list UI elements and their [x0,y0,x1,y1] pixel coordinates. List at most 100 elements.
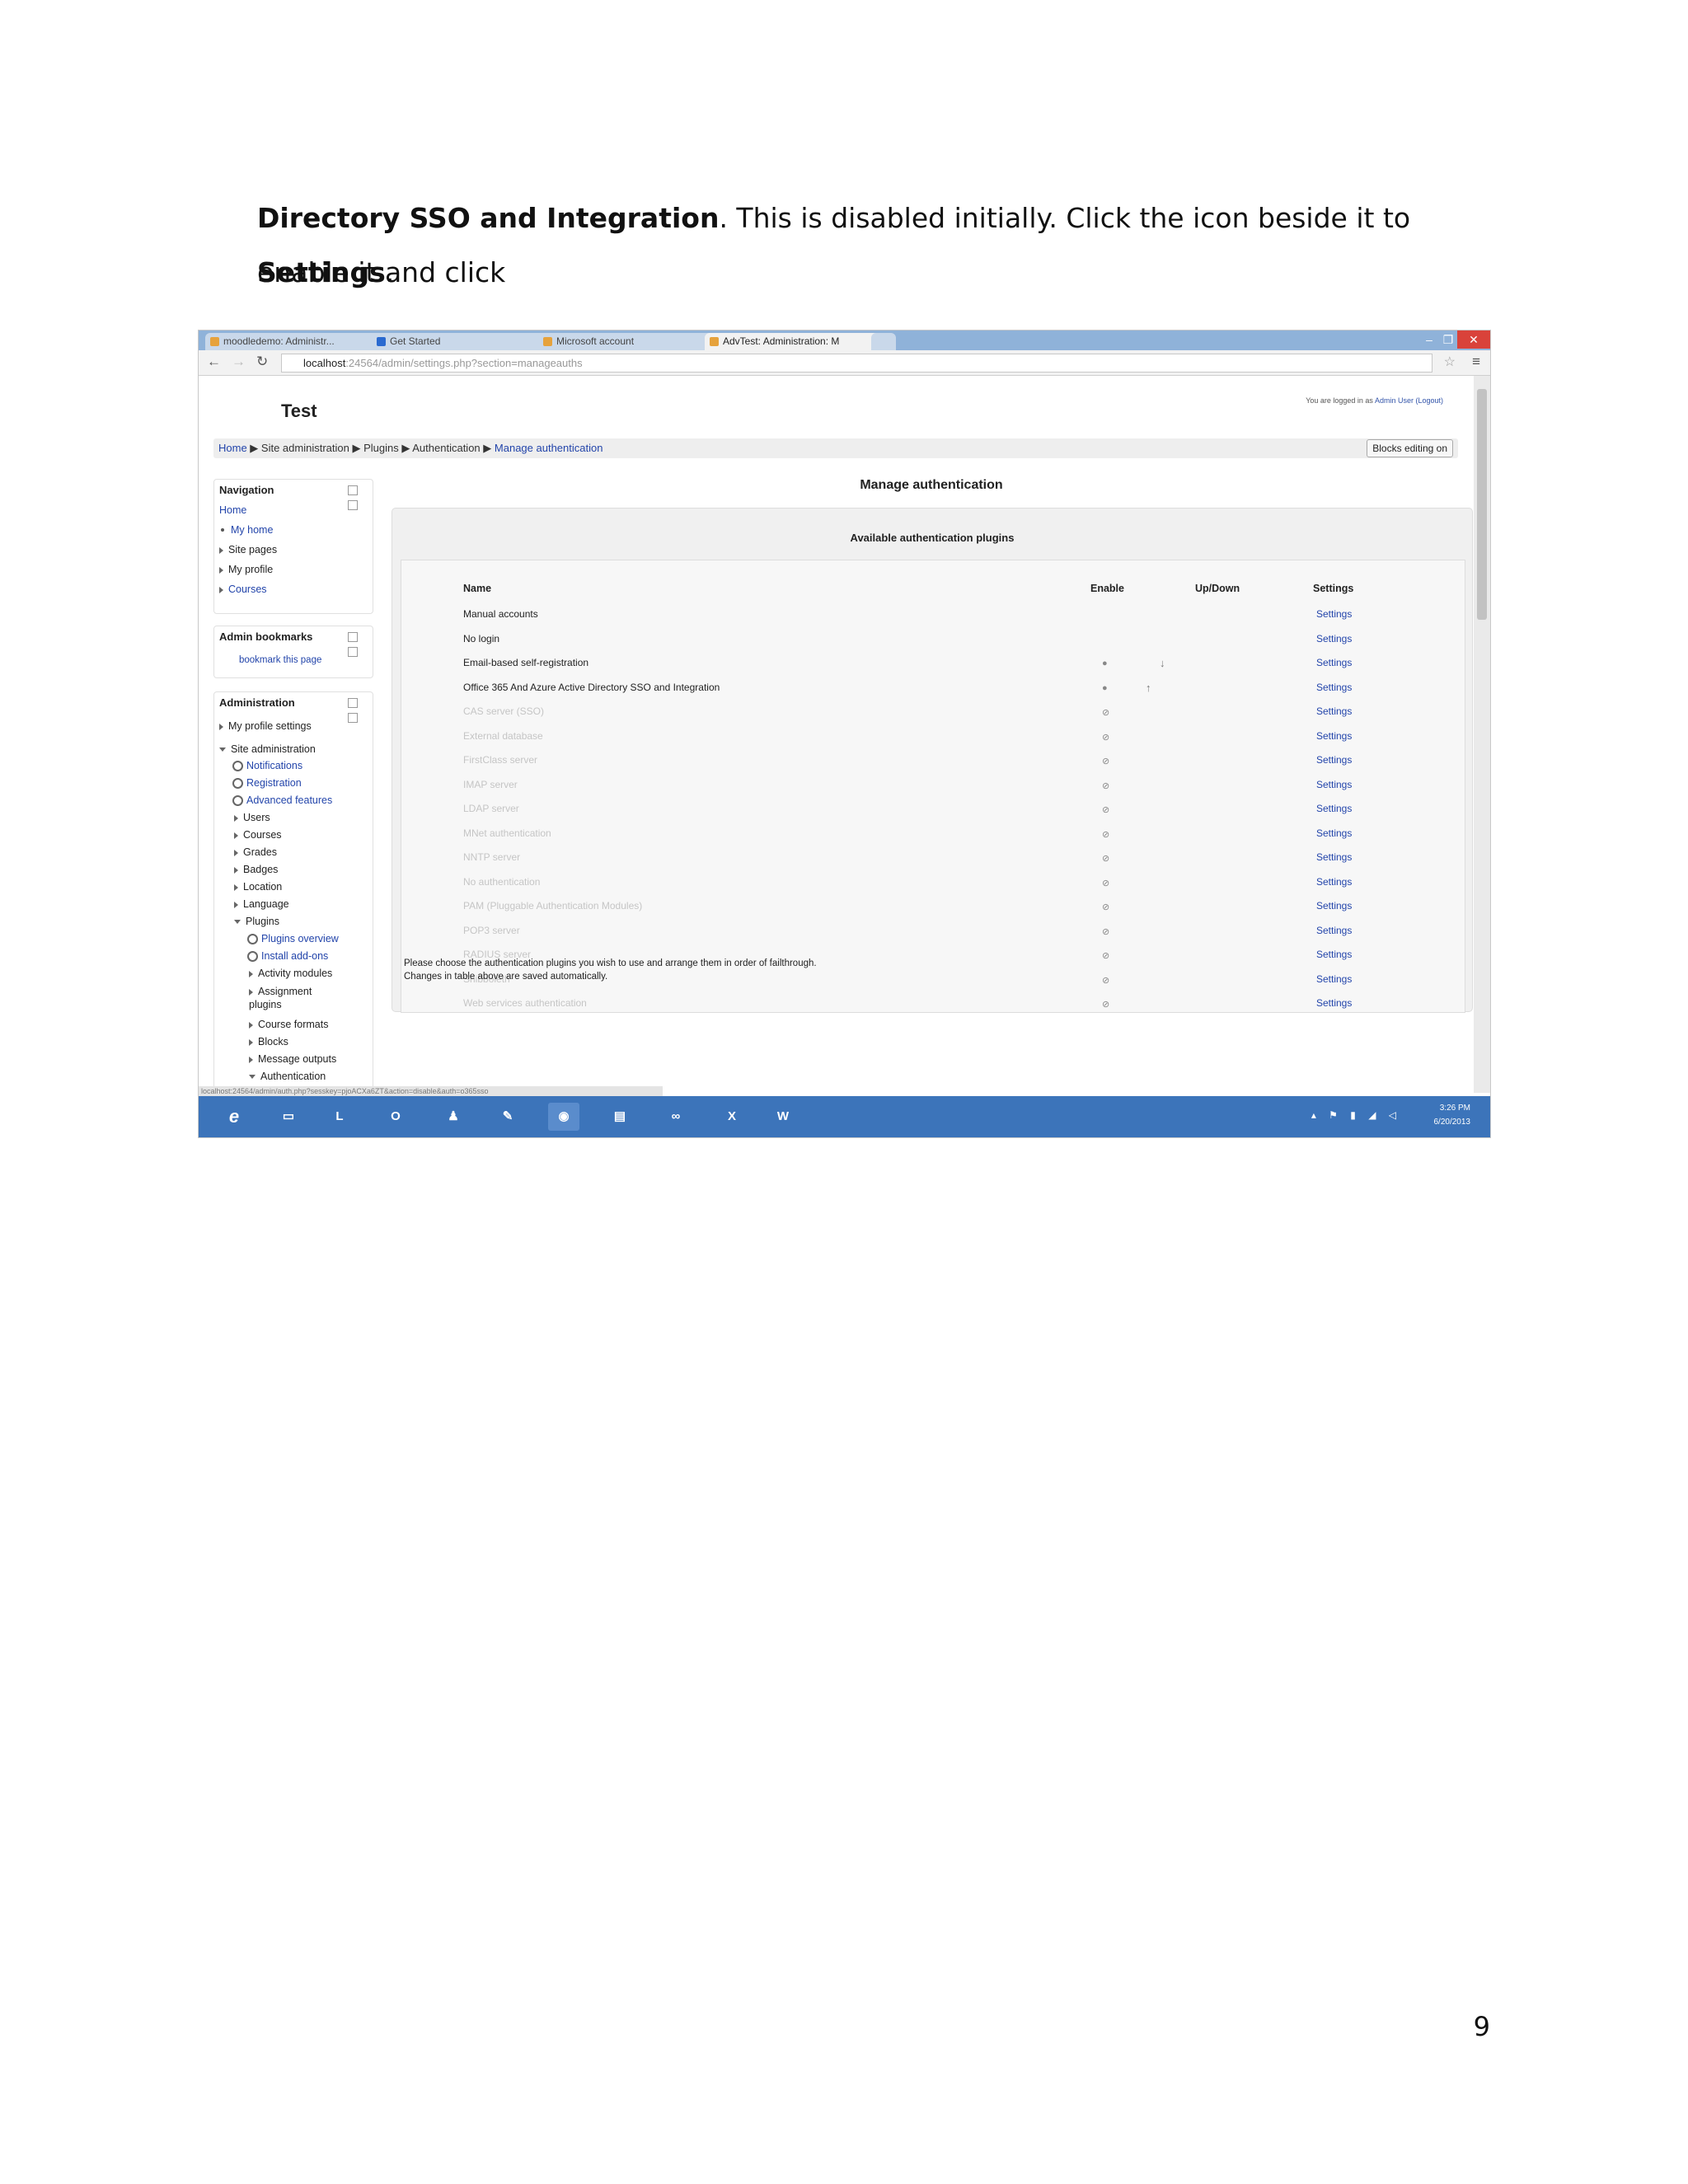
enable-icon[interactable]: ⊘ [1102,999,1109,1010]
enable-icon[interactable]: ⊘ [1102,804,1109,815]
admin-grades[interactable]: Grades [234,846,277,858]
breadcrumb-home[interactable]: Home [218,442,247,454]
settings-link[interactable]: Settings [1316,827,1352,839]
reload-icon[interactable]: ↻ [256,354,268,370]
enable-icon[interactable]: ⊘ [1102,950,1109,961]
hide-icon[interactable]: ● [1102,658,1108,668]
site-title[interactable]: Test [281,401,317,422]
forward-icon[interactable]: → [232,354,246,370]
move-down-icon[interactable]: ↓ [1160,657,1165,669]
admin-authentication[interactable]: Authentication [249,1071,326,1082]
terminal-icon[interactable]: ▤ [604,1103,635,1131]
url-input[interactable]: localhost:24564/admin/settings.php?secti… [281,354,1432,373]
enable-icon[interactable]: ⊘ [1102,853,1109,864]
admin-users[interactable]: Users [234,812,270,823]
admin-activity-modules[interactable]: Activity modules [249,968,332,979]
admin-language[interactable]: Language [234,898,289,910]
new-tab-button[interactable] [871,333,896,350]
chrome-icon[interactable]: ◉ [548,1103,579,1131]
admin-site-admin[interactable]: Site administration [219,743,316,755]
admin-location[interactable]: Location [234,881,282,893]
lync-icon[interactable]: L [324,1103,355,1131]
admin-courses[interactable]: Courses [234,829,282,841]
browser-tab[interactable]: Microsoft account× [538,333,721,350]
enable-icon[interactable]: ⊘ [1102,902,1109,912]
settings-link[interactable]: Settings [1316,779,1352,790]
enable-icon[interactable]: ⊘ [1102,780,1109,791]
admin-plugins-overview[interactable]: Plugins overview [247,933,339,945]
admin-advanced-features[interactable]: Advanced features [232,794,332,807]
ie-icon[interactable]: e [218,1103,250,1131]
outlook-icon[interactable]: O [380,1103,411,1131]
settings-link[interactable]: Settings [1316,997,1352,1009]
nav-my-home[interactable]: My home [219,524,273,536]
enable-icon[interactable]: ⊘ [1102,756,1109,766]
admin-plugins[interactable]: Plugins [234,916,279,927]
move-up-icon[interactable]: ↑ [1146,682,1151,694]
settings-link[interactable]: Settings [1316,803,1352,814]
minimize-icon[interactable]: – [1419,330,1439,349]
nav-courses[interactable]: Courses [219,583,267,595]
settings-link[interactable]: Settings [1316,608,1352,620]
breadcrumb-current[interactable]: Manage authentication [495,442,603,454]
visual-studio-icon[interactable]: ∞ [660,1103,692,1131]
admin-blocks[interactable]: Blocks [249,1036,288,1047]
admin-badges[interactable]: Badges [234,864,278,875]
admin-registration[interactable]: Registration [232,777,302,790]
taskbar-clock[interactable]: 3:26 PM 6/20/2013 [1434,1101,1471,1129]
explorer-icon[interactable]: ▭ [273,1103,304,1131]
settings-link[interactable]: Settings [1316,633,1352,644]
settings-link[interactable]: Settings [1316,949,1352,960]
hide-icon[interactable]: ● [1102,683,1108,693]
nav-home[interactable]: Home [219,504,246,516]
paint-icon[interactable]: ✎ [492,1103,523,1131]
breadcrumb-site-admin[interactable]: Site administration [261,442,349,454]
settings-link[interactable]: Settings [1316,705,1352,717]
settings-link[interactable]: Settings [1316,682,1352,693]
browser-tab[interactable]: moodledemo: Administr...× [205,333,388,350]
system-tray-icons[interactable]: ▴ ⚑ ▮ ◢ ◁ [1311,1109,1401,1121]
excel-icon[interactable]: X [716,1103,748,1131]
breadcrumb-authentication[interactable]: Authentication [412,442,480,454]
nav-my-profile[interactable]: My profile [219,564,273,575]
enable-icon[interactable]: ⊘ [1102,878,1109,888]
scrollbar[interactable] [1474,376,1490,1093]
admin-install-addons[interactable]: Install add-ons [247,950,328,963]
admin-assignment-plugins[interactable]: Assignment plugins [249,985,340,1011]
nav-site-pages[interactable]: Site pages [219,544,277,555]
block-controls[interactable] [346,631,368,657]
star-icon[interactable]: ☆ [1444,354,1456,370]
logout-link[interactable]: Admin User (Logout) [1375,396,1443,405]
settings-link[interactable]: Settings [1316,851,1352,863]
admin-notifications[interactable]: Notifications [232,760,302,772]
settings-link[interactable]: Settings [1316,925,1352,936]
browser-tab-active[interactable]: AdvTest: Administration: M× [705,333,888,350]
settings-link[interactable]: Settings [1316,876,1352,888]
enable-icon[interactable]: ⊘ [1102,926,1109,937]
breadcrumb-plugins[interactable]: Plugins [363,442,399,454]
settings-link[interactable]: Settings [1316,900,1352,912]
restore-icon[interactable]: ❐ [1439,330,1457,349]
settings-link[interactable]: Settings [1316,754,1352,766]
users-icon[interactable]: ♟ [438,1103,469,1131]
block-controls[interactable] [346,485,368,510]
enable-icon[interactable]: ⊘ [1102,707,1109,718]
menu-icon[interactable]: ≡ [1472,354,1480,370]
enable-icon[interactable]: ⊘ [1102,975,1109,986]
admin-course-formats[interactable]: Course formats [249,1019,328,1030]
back-icon[interactable]: ← [207,354,221,370]
settings-link[interactable]: Settings [1316,657,1352,668]
enable-icon[interactable]: ⊘ [1102,829,1109,840]
settings-link[interactable]: Settings [1316,973,1352,985]
admin-my-profile[interactable]: My profile settings [219,720,312,732]
bookmark-link[interactable]: bookmark this page [239,655,321,665]
close-icon[interactable]: ✕ [1457,330,1490,349]
browser-tab[interactable]: Get Started× [372,333,555,350]
word-icon[interactable]: W [767,1103,799,1131]
settings-link[interactable]: Settings [1316,730,1352,742]
block-controls[interactable] [346,697,368,723]
admin-message-outputs[interactable]: Message outputs [249,1053,336,1065]
enable-icon[interactable]: ⊘ [1102,732,1109,743]
scrollbar-thumb[interactable] [1477,389,1487,620]
blocks-editing-button[interactable]: Blocks editing on [1367,439,1453,457]
